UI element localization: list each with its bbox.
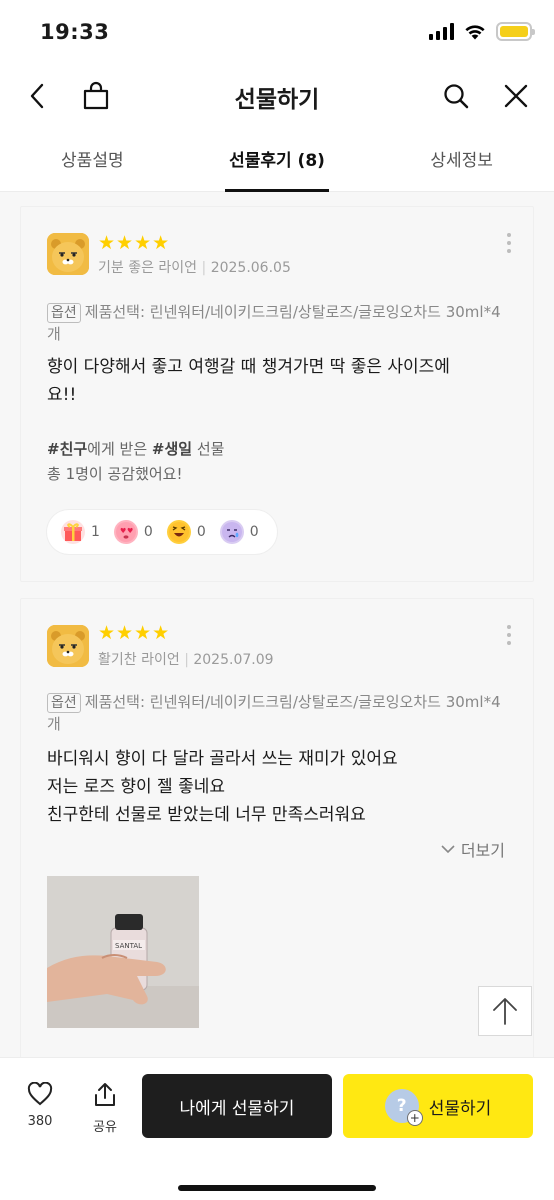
reaction-bar: 1 ♥ ♥ 0 0 0 [47, 510, 277, 554]
plus-icon: + [406, 1110, 423, 1126]
like-button[interactable]: 380 [15, 1081, 65, 1129]
star-rating: ★ ★ ★ ★ [98, 623, 169, 643]
share-icon [95, 1083, 115, 1106]
status-bar: 19:33 [0, 0, 554, 66]
svg-text:SANTAL: SANTAL [115, 942, 142, 950]
review-text-line: 향이 다양해서 좋고 여행갈 때 챙겨가면 딱 좋은 사이즈에 [47, 357, 450, 377]
arrow-up-icon [493, 998, 517, 1025]
review-meta: 활기찬 라이언 | 2025.07.09 [98, 652, 274, 668]
review-meta: 기분 좋은 라이언 | 2025.06.05 [98, 260, 291, 276]
share-label: 공유 [93, 1120, 117, 1135]
gift-recipient-icon: ? + [384, 1089, 423, 1126]
cellular-signal-icon [429, 23, 454, 40]
gift-info: #친구에게 받은 #생일 선물 [47, 440, 225, 458]
reviewer-name: 활기찬 라이언 [98, 652, 180, 668]
gift-hashtag-friend[interactable]: #친구 [47, 440, 87, 458]
tab-product-description[interactable]: 상품설명 [0, 126, 185, 191]
review-date: 2025.07.09 [193, 652, 274, 668]
review-photo-image: SANTAL [47, 876, 199, 1028]
review-card: ★ ★ ★ ★ 활기찬 라이언 | 2025.07.09 옵션 제품선택: 린넨워… [20, 598, 534, 1068]
star-icon: ★ [152, 232, 170, 254]
gift-reaction-icon[interactable] [61, 520, 85, 544]
more-options-icon[interactable] [507, 233, 511, 253]
review-card: ★ ★ ★ ★ 기분 좋은 라이언 | 2025.06.05 옵션 제품선택: 린… [20, 206, 534, 582]
ryan-character-icon [47, 233, 89, 275]
search-icon [444, 84, 469, 109]
star-rating: ★ ★ ★ ★ [98, 233, 169, 253]
reaction-count: 0 [249, 524, 259, 540]
gift-button[interactable]: ? + 선물하기 [343, 1074, 533, 1138]
star-icon: ★ [116, 232, 134, 254]
star-icon: ★ [152, 622, 170, 644]
reaction-count: 1 [91, 524, 100, 540]
status-icons [429, 22, 535, 41]
svg-text:♥: ♥ [127, 527, 133, 535]
screen: 19:33 선물하기 상품설명 선물후기 (8) 상세정보 ★ ★ ★ ★ 기분… [0, 0, 554, 1200]
empathy-count: 총 1명이 공감했어요! [47, 465, 183, 483]
option-text: 제품선택: 린넨워터/네이키드크림/상탈로즈/글로잉오차드 30ml*4개 [47, 693, 501, 733]
home-indicator [178, 1185, 376, 1191]
top-header: 선물하기 [0, 66, 554, 126]
search-button[interactable] [438, 78, 474, 114]
star-icon: ★ [116, 622, 134, 644]
reaction-count: 0 [196, 524, 206, 540]
product-option: 옵션 제품선택: 린넨워터/네이키드크림/상탈로즈/글로잉오차드 30ml*4개 [47, 301, 507, 345]
gift-to-me-button[interactable]: 나에게 선물하기 [142, 1074, 332, 1138]
star-icon: ★ [98, 232, 116, 254]
review-text: 바디워시 향이 다 달라 골라서 쓰는 재미가 있어요 저는 로즈 향이 젤 좋… [47, 745, 511, 829]
gift-hashtag-birthday[interactable]: #생일 [152, 440, 192, 458]
close-icon [504, 84, 528, 108]
option-badge: 옵션 [47, 693, 81, 713]
show-more-button[interactable]: 더보기 [441, 837, 505, 861]
like-count: 380 [27, 1114, 53, 1129]
share-button[interactable]: 공유 [80, 1082, 130, 1135]
laughing-reaction-icon[interactable] [166, 520, 191, 544]
review-text-line: 요!! [47, 385, 77, 405]
review-text-line: 저는 로즈 향이 젤 좋네요 [47, 777, 226, 797]
heart-eyes-reaction-icon[interactable]: ♥ ♥ [113, 520, 138, 544]
star-icon: ★ [98, 622, 116, 644]
option-badge: 옵션 [47, 303, 81, 323]
close-button[interactable] [498, 78, 534, 114]
review-text-line: 바디워시 향이 다 달라 골라서 쓰는 재미가 있어요 [47, 749, 398, 769]
product-option: 옵션 제품선택: 린넨워터/네이키드크림/상탈로즈/글로잉오차드 30ml*4개 [47, 691, 507, 735]
reviewer-avatar [47, 625, 89, 667]
reaction-count: 0 [143, 524, 153, 540]
battery-icon [496, 22, 535, 41]
ryan-character-icon [47, 625, 89, 667]
reviewer-name: 기분 좋은 라이언 [98, 260, 198, 276]
sad-reaction-icon[interactable] [219, 520, 244, 544]
chevron-down-icon [441, 845, 455, 854]
review-date: 2025.06.05 [210, 260, 291, 276]
bottom-action-bar: 380 공유 나에게 선물하기 ? + 선물하기 [0, 1057, 554, 1200]
option-text: 제품선택: 린넨워터/네이키드크림/상탈로즈/글로잉오차드 30ml*4개 [47, 303, 501, 343]
review-photo[interactable]: SANTAL [47, 876, 199, 1028]
heart-icon [27, 1081, 53, 1106]
review-text-line: 친구한테 선물로 받았는데 너무 만족스러워요 [47, 805, 366, 825]
tab-details[interactable]: 상세정보 [369, 126, 554, 191]
wifi-icon [465, 25, 485, 40]
reviewer-avatar [47, 233, 89, 275]
show-more-label: 더보기 [460, 841, 505, 860]
more-options-icon[interactable] [507, 625, 511, 645]
scroll-to-top-button[interactable] [478, 986, 532, 1036]
svg-text:♥: ♥ [120, 527, 126, 535]
tab-bar: 상품설명 선물후기 (8) 상세정보 [0, 126, 554, 192]
star-icon: ★ [134, 622, 152, 644]
star-icon: ★ [134, 232, 152, 254]
tab-gift-reviews[interactable]: 선물후기 (8) [185, 126, 370, 191]
status-time: 19:33 [40, 20, 110, 44]
review-text: 향이 다양해서 좋고 여행갈 때 챙겨가면 딱 좋은 사이즈에 요!! [47, 353, 511, 409]
gift-button-label: 선물하기 [428, 1098, 492, 1119]
